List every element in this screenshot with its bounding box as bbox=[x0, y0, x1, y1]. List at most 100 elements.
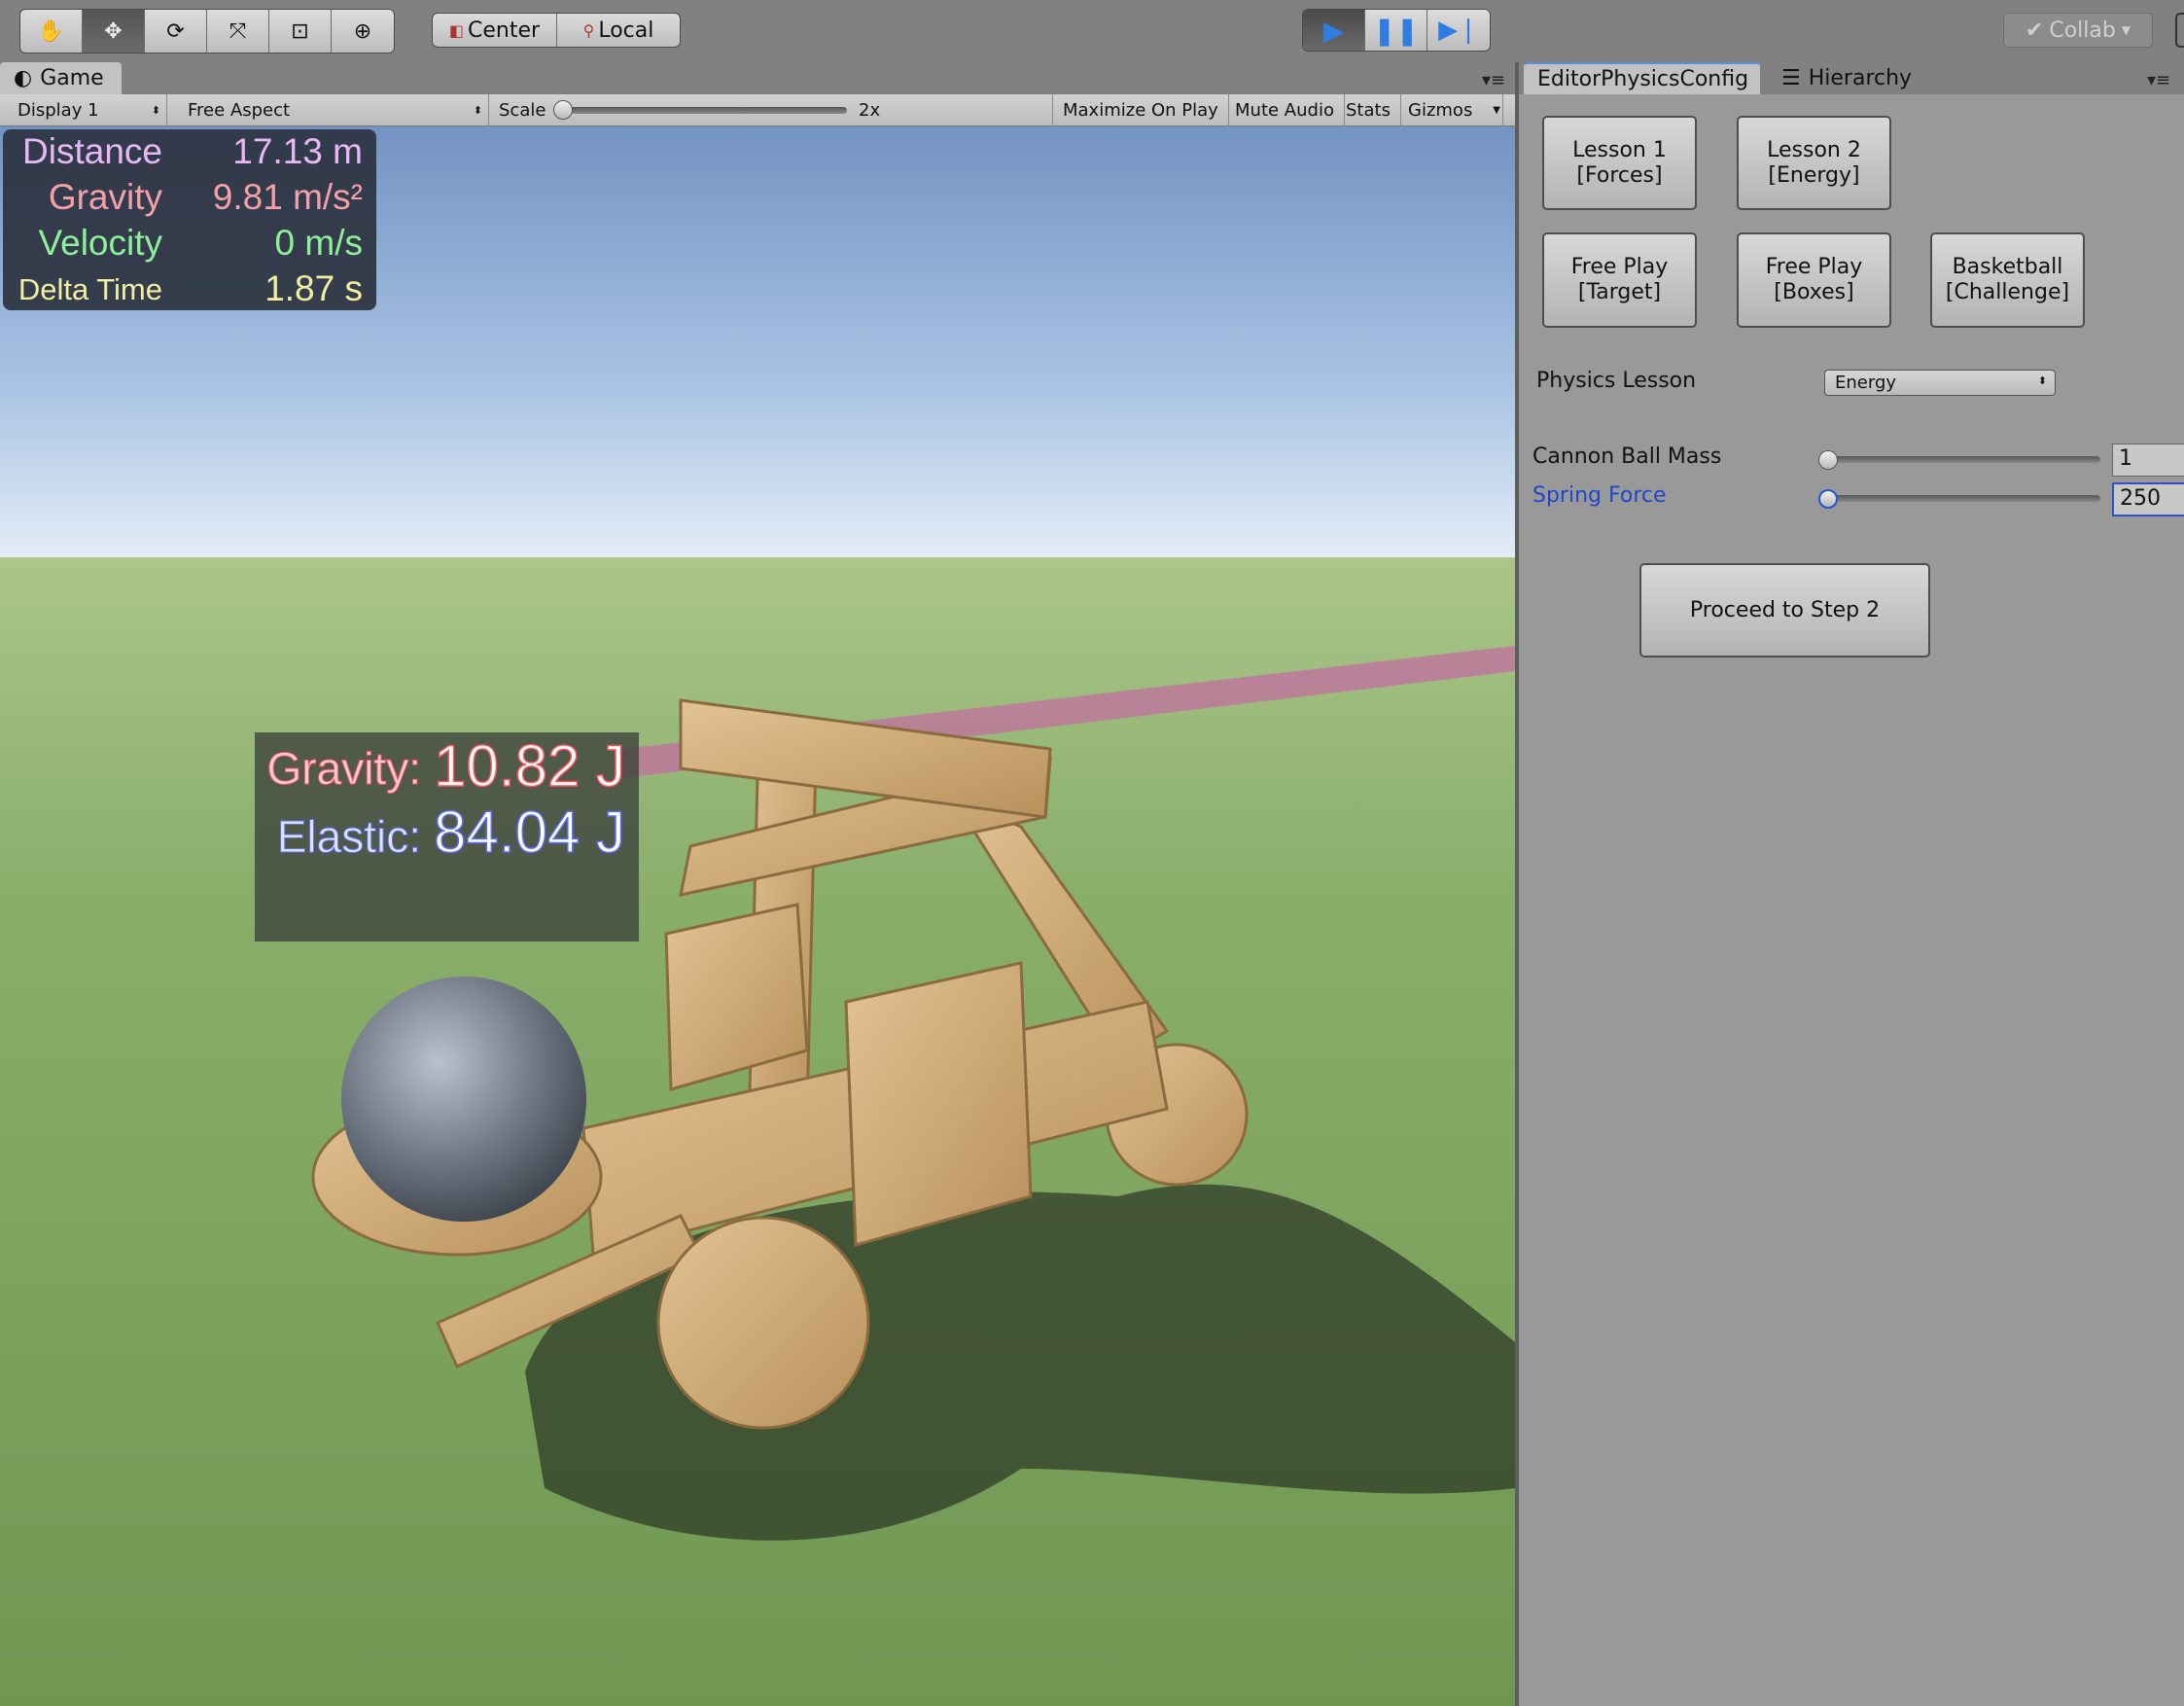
stats-toggle[interactable]: Stats bbox=[1336, 94, 1401, 126]
rotate-tool-button[interactable]: ⟳ bbox=[145, 10, 207, 53]
updown-icon: ⬍ bbox=[473, 104, 482, 117]
stats-label: Stats bbox=[1346, 100, 1391, 121]
hud-value: 17.13 m bbox=[232, 131, 363, 171]
pivot-center-button[interactable]: ◧ Center bbox=[433, 14, 557, 47]
account-button[interactable] bbox=[2175, 13, 2184, 48]
hud-row-velocity: Velocity 0 m/s bbox=[3, 223, 376, 267]
hud-label: Distance bbox=[22, 131, 162, 171]
hud-row-delta-time: Delta Time 1.87 s bbox=[3, 268, 376, 313]
spring-value: 250 bbox=[2120, 486, 2161, 511]
tab-game[interactable]: ◐ Game bbox=[0, 62, 122, 94]
chevron-down-icon: ▼ bbox=[2121, 23, 2131, 37]
move-icon: ✥ bbox=[104, 18, 123, 44]
hand-icon: ✋ bbox=[37, 18, 65, 44]
rotate-icon: ⟳ bbox=[166, 18, 185, 44]
scale-slider-thumb[interactable] bbox=[553, 100, 573, 120]
tab-label: Hierarchy bbox=[1808, 66, 1913, 90]
collab-label: Collab bbox=[2049, 18, 2116, 43]
spring-force-field[interactable]: 250 bbox=[2112, 482, 2184, 516]
hud-row-distance: Distance 17.13 m bbox=[3, 131, 376, 176]
tab-hierarchy[interactable]: ☰ Hierarchy bbox=[1768, 62, 1925, 94]
scale-label: Scale bbox=[499, 100, 546, 121]
hud-label: Delta Time bbox=[18, 272, 162, 306]
scale-icon: ⤧ bbox=[229, 18, 247, 44]
chevron-down-icon: ▼ bbox=[1493, 105, 1500, 116]
game-toolbar: Display 1 ⬍ Free Aspect ⬍ Scale 2x Maximiz… bbox=[0, 94, 1515, 126]
elastic-energy-label: Elastic: bbox=[276, 811, 421, 863]
rect-tool-button[interactable]: ⊡ bbox=[269, 10, 332, 53]
lesson-2-energy-button[interactable]: Lesson 2 [Energy] bbox=[1737, 116, 1891, 210]
panel-menu-icon[interactable]: ▾≡ bbox=[2147, 70, 2170, 90]
hud-label: Velocity bbox=[38, 223, 162, 263]
gravity-energy-label: Gravity: bbox=[266, 743, 421, 795]
pivot-label: Center bbox=[468, 18, 541, 43]
hierarchy-icon: ☰ bbox=[1781, 66, 1801, 90]
cannon-ball-mass-slider[interactable] bbox=[1828, 456, 2100, 463]
pivot-group: ◧ Center ⚲ Local bbox=[432, 13, 681, 48]
pivot-icon: ◧ bbox=[448, 20, 465, 40]
collab-button[interactable]: ✔ Collab ▼ bbox=[2003, 13, 2153, 48]
elastic-energy-value: 84.04 J bbox=[433, 799, 625, 866]
scale-control: Scale 2x bbox=[489, 94, 1053, 126]
updown-icon: ⬍ bbox=[151, 104, 160, 117]
display-label: Display 1 bbox=[18, 100, 99, 121]
stats-hud: Distance 17.13 m Gravity 9.81 m/s² Velocit… bbox=[3, 129, 376, 310]
cannon-ball-mass-label: Cannon Ball Mass bbox=[1532, 444, 1722, 469]
game-menu-icon[interactable]: ▾≡ bbox=[1482, 70, 1505, 90]
game-scene bbox=[0, 126, 1515, 1706]
play-controls: ▶ ❚❚ ▶❘ bbox=[1302, 9, 1491, 52]
spring-force-slider[interactable] bbox=[1828, 495, 2100, 502]
physics-lesson-label: Physics Lesson bbox=[1536, 369, 1697, 393]
tab-label: EditorPhysicsConfig bbox=[1537, 67, 1749, 91]
game-view[interactable]: Distance 17.13 m Gravity 9.81 m/s² Velocit… bbox=[0, 126, 1515, 1706]
scale-slider[interactable] bbox=[557, 107, 847, 114]
spring-force-label: Spring Force bbox=[1532, 483, 1667, 508]
hud-value: 9.81 m/s² bbox=[212, 177, 363, 217]
scale-tool-button[interactable]: ⤧ bbox=[207, 10, 269, 53]
maximize-on-play-toggle[interactable]: Maximize On Play bbox=[1053, 94, 1229, 126]
hud-value: 0 m/s bbox=[274, 223, 363, 263]
cannon-ball-mass-field[interactable]: 1 bbox=[2112, 444, 2184, 477]
move-tool-button[interactable]: ✥ bbox=[83, 10, 145, 53]
aspect-label: Free Aspect bbox=[188, 100, 291, 121]
hud-label: Gravity bbox=[48, 177, 162, 217]
hud-value: 1.87 s bbox=[264, 268, 363, 308]
display-dropdown[interactable]: Display 1 ⬍ bbox=[8, 94, 167, 126]
rect-icon: ⊡ bbox=[291, 18, 309, 44]
transform-icon: ⊕ bbox=[353, 18, 372, 44]
maximize-label: Maximize On Play bbox=[1063, 100, 1218, 121]
cannon-ball bbox=[341, 977, 586, 1222]
front-wheel bbox=[656, 1216, 870, 1430]
pivot-local-button[interactable]: ⚲ Local bbox=[557, 14, 680, 47]
updown-icon: ⬍ bbox=[2037, 374, 2047, 387]
energy-panel: Gravity: 10.82 J Elastic: 84.04 J bbox=[255, 732, 639, 942]
basketball-challenge-button[interactable]: Basketball [Challenge] bbox=[1930, 232, 2085, 328]
free-play-boxes-button[interactable]: Free Play [Boxes] bbox=[1737, 232, 1891, 328]
tab-game-label: Game bbox=[40, 66, 104, 90]
pause-button[interactable]: ❚❚ bbox=[1365, 10, 1427, 51]
mute-label: Mute Audio bbox=[1235, 100, 1334, 121]
transform-tools: ✋ ✥ ⟳ ⤧ ⊡ ⊕ bbox=[19, 9, 395, 53]
spring-force-thumb[interactable] bbox=[1818, 489, 1838, 509]
transform-tool-button[interactable]: ⊕ bbox=[332, 10, 394, 53]
hud-row-gravity: Gravity 9.81 m/s² bbox=[3, 177, 376, 222]
gizmos-dropdown[interactable]: Gizmos ▼ bbox=[1398, 94, 1503, 126]
physics-lesson-value: Energy bbox=[1835, 373, 1897, 393]
tab-editor-physics-config[interactable]: EditorPhysicsConfig bbox=[1524, 62, 1760, 94]
hand-tool-button[interactable]: ✋ bbox=[20, 10, 83, 53]
gravity-energy-value: 10.82 J bbox=[433, 732, 625, 800]
step-button[interactable]: ▶❘ bbox=[1427, 10, 1490, 51]
game-icon: ◐ bbox=[14, 66, 33, 90]
lesson-1-forces-button[interactable]: Lesson 1 [Forces] bbox=[1542, 116, 1697, 210]
check-icon: ✔ bbox=[2025, 18, 2044, 43]
proceed-to-step-2-button[interactable]: Proceed to Step 2 bbox=[1639, 563, 1930, 658]
cannon-ball-mass-thumb[interactable] bbox=[1818, 450, 1838, 470]
free-play-target-button[interactable]: Free Play [Target] bbox=[1542, 232, 1697, 328]
play-button[interactable]: ▶ bbox=[1303, 10, 1365, 51]
local-icon: ⚲ bbox=[582, 20, 595, 40]
mute-audio-toggle[interactable]: Mute Audio bbox=[1225, 94, 1345, 126]
gizmos-label: Gizmos bbox=[1408, 100, 1473, 121]
aspect-dropdown[interactable]: Free Aspect ⬍ bbox=[178, 94, 489, 126]
physics-lesson-dropdown[interactable]: Energy ⬍ bbox=[1824, 370, 2056, 396]
mass-value: 1 bbox=[2119, 446, 2132, 471]
